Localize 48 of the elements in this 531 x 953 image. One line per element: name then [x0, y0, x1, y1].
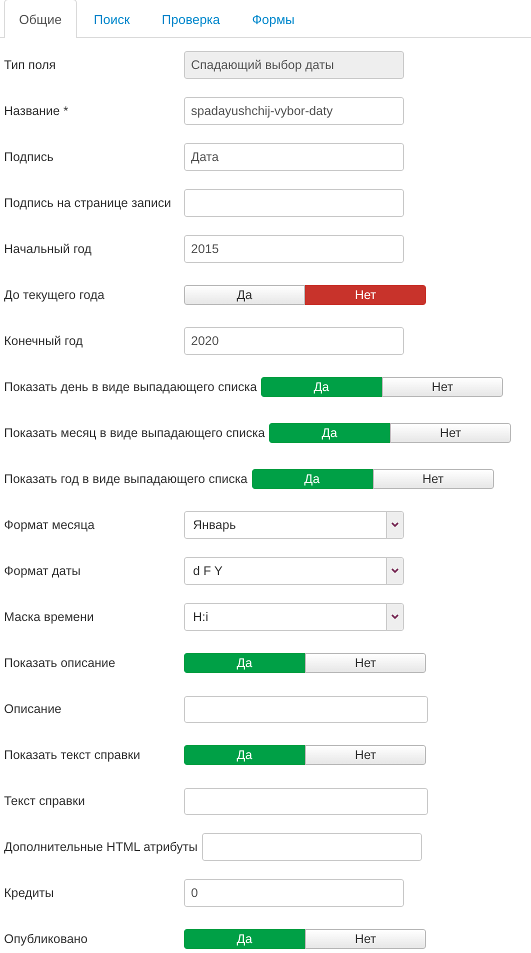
toggle-option[interactable]: Нет [305, 929, 426, 949]
toggle-option[interactable]: Нет [390, 423, 511, 443]
select-field[interactable]: d F Y [184, 557, 404, 585]
text-area[interactable] [184, 696, 428, 722]
field-label: Описание [4, 700, 63, 718]
tab[interactable]: Общие [4, 0, 77, 38]
field-label: Показать текст справки [4, 746, 142, 764]
text-area[interactable] [184, 788, 428, 814]
input-field[interactable] [184, 189, 404, 217]
toggle-option[interactable]: Да [184, 285, 305, 305]
field-label: Показать год в виде выпадающего списка [4, 470, 248, 488]
caret-icon [391, 568, 399, 574]
field-label: Начальный год [4, 240, 93, 258]
field-label: Показать месяц в виде выпадающего списка [4, 424, 265, 442]
tab[interactable]: Проверка [146, 0, 236, 37]
input-field[interactable]: Дата [184, 143, 404, 171]
field-label: Дополнительные HTML атрибуты [4, 838, 198, 856]
field-label: Формат месяца [4, 516, 96, 534]
field-label: Тип поля [4, 56, 57, 74]
field-label: Подпись [4, 148, 54, 166]
caret-icon [391, 522, 399, 528]
toggle-option[interactable]: Нет [382, 377, 503, 397]
input-field[interactable]: spadayushchij-vybor-daty [184, 97, 404, 125]
toggle-option[interactable]: Нет [305, 745, 426, 765]
toggle-option[interactable]: Нет [305, 285, 426, 305]
caret-icon [391, 614, 399, 620]
toggle-option[interactable]: Нет [305, 653, 426, 673]
select-field[interactable]: Январь [184, 511, 404, 539]
tab[interactable]: Поиск [78, 0, 145, 37]
field-label: Подпись на странице записи [4, 194, 172, 212]
field-label: Кредиты [4, 884, 55, 902]
field-label: Формат даты [4, 562, 82, 580]
toggle-option[interactable]: Нет [372, 469, 494, 489]
field-label: Показать описание [4, 654, 116, 672]
select-field[interactable]: H:i [184, 603, 404, 631]
tab[interactable]: Формы [237, 0, 310, 37]
field-label: Показать день в виде выпадающего списка [4, 378, 257, 396]
input-field[interactable]: 2020 [184, 327, 404, 355]
field-label: Маска времени [4, 608, 95, 626]
input-field[interactable]: 2015 [184, 235, 404, 263]
field-label: Текст справки [4, 792, 86, 810]
field-label: Конечный год [4, 332, 84, 350]
field-label: Название * [4, 102, 70, 120]
field-label: До текущего года [4, 286, 106, 304]
input-field[interactable] [202, 833, 422, 861]
field-label: Опубликовано [4, 930, 89, 948]
input-field[interactable]: Спадающий выбор даты [184, 51, 404, 79]
input-field[interactable]: 0 [184, 879, 404, 907]
